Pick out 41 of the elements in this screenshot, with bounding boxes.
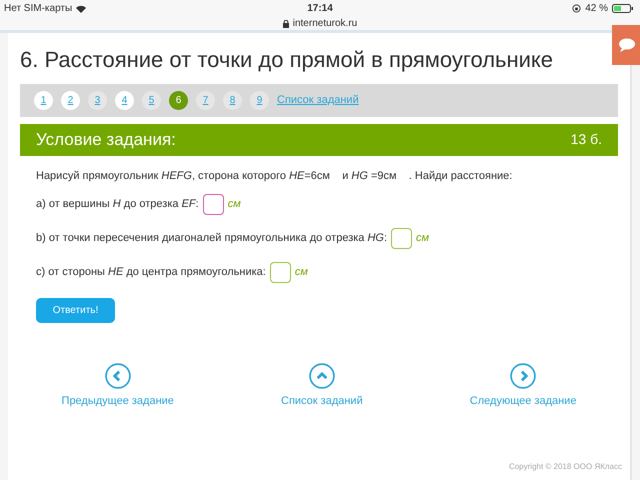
header-title: Условие задания: xyxy=(36,128,176,151)
carrier-text: Нет SIM-карты xyxy=(4,2,72,16)
clock-text: 17:14 xyxy=(307,2,333,16)
battery-icon xyxy=(612,4,634,13)
chat-button[interactable] xyxy=(612,25,640,65)
answer-field[interactable] xyxy=(270,262,291,284)
page-number-button[interactable]: 9 xyxy=(250,90,269,110)
page-number-button[interactable]: 4 xyxy=(115,90,134,110)
copyright-text: Copyright © 2018 ООО ЯКласс xyxy=(508,461,622,473)
question-text: c) от стороны HE до центра прямоугольника: xyxy=(36,265,266,280)
page-number-button[interactable]: 1 xyxy=(34,90,53,110)
problem-statement: Нарисуй прямоугольник HEFG, сторона которого HE=6см и HG =9см . Найди расстояние: xyxy=(36,168,512,184)
nav-link[interactable]: Список заданий xyxy=(281,393,363,410)
lock-icon xyxy=(282,20,289,28)
page-number-button[interactable]: 7 xyxy=(196,90,215,110)
rotation-lock-icon xyxy=(572,4,582,13)
nav-link[interactable]: Предыдущее задание xyxy=(62,393,174,410)
submit-button[interactable]: Ответить! xyxy=(36,298,115,324)
page-number-button[interactable]: 5 xyxy=(142,90,161,110)
chevron-up-icon[interactable] xyxy=(308,363,335,390)
wifi-icon xyxy=(76,4,86,12)
unit-text: см xyxy=(294,265,308,280)
unit-text: см xyxy=(416,231,430,246)
page-number-button[interactable]: 3 xyxy=(88,90,107,110)
question-text: a) от вершины H до отрезка EF: xyxy=(36,197,199,212)
question-text: b) от точки пересечения диагоналей прямоугольника до отрезка HG: xyxy=(36,231,388,246)
answer-field[interactable] xyxy=(391,228,412,250)
answer-field[interactable] xyxy=(202,194,224,216)
chat-icon xyxy=(618,38,636,52)
unit-text: см xyxy=(228,197,241,212)
chevron-right-icon[interactable] xyxy=(510,363,536,390)
page-title: 6. Расстояние от точки до прямой в прямоугольнике xyxy=(20,46,554,74)
chevron-left-icon[interactable] xyxy=(104,363,131,390)
page-number-button[interactable]: 2 xyxy=(61,90,80,110)
task-list-link[interactable]: Список заданий xyxy=(277,92,359,108)
url-text[interactable]: interneturok.ru xyxy=(292,16,358,31)
page-number-button[interactable]: 6 xyxy=(169,90,188,110)
page-number-button[interactable]: 8 xyxy=(223,90,242,110)
nav-link[interactable]: Следующее задание xyxy=(470,393,576,410)
points-text: 13 б. xyxy=(570,130,602,150)
battery-percent: 42 % xyxy=(585,2,608,16)
